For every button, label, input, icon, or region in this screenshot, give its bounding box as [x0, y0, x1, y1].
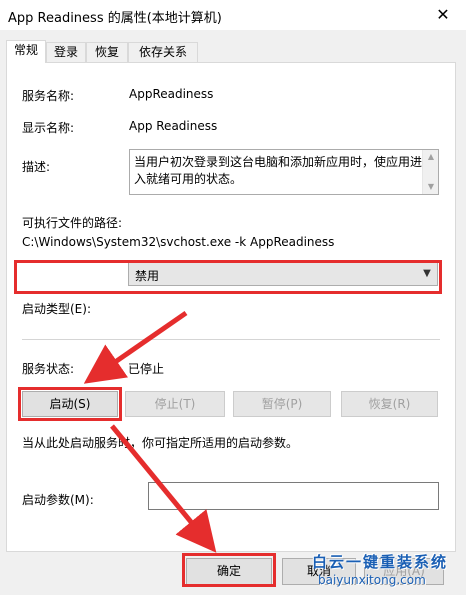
service-status-value: 已停止 [128, 362, 165, 376]
service-name-value: AppReadiness [129, 87, 214, 101]
description-label: 描述: [22, 160, 51, 174]
service-name-label: 服务名称: [22, 89, 75, 103]
title-bar: App Readiness 的属性(本地计算机) ✕ [0, 0, 466, 30]
start-params-input[interactable] [148, 482, 439, 510]
watermark-logo: 白云一键重装系统 baiyunxitong.com [312, 549, 462, 593]
description-scrollbar[interactable]: ▲ ▼ [422, 150, 438, 194]
display-name-label: 显示名称: [22, 121, 75, 135]
start-button[interactable]: 启动(S) [22, 391, 118, 417]
resume-button[interactable]: 恢复(R) [341, 391, 438, 417]
general-panel: 服务名称: AppReadiness 显示名称: App Readiness 描… [6, 62, 456, 552]
exe-path-value: C:\Windows\System32\svchost.exe -k AppRe… [22, 235, 335, 249]
exe-path-label: 可执行文件的路径: [22, 216, 123, 230]
service-status-label: 服务状态: [22, 362, 75, 376]
tab-dependencies[interactable]: 依存关系 [128, 42, 198, 62]
startup-type-value: 禁用 [135, 269, 160, 283]
start-params-label: 启动参数(M): [22, 493, 94, 507]
startup-type-select[interactable]: 禁用 ▼ [128, 262, 438, 286]
watermark-url: baiyunxitong.com [318, 573, 426, 587]
close-icon[interactable]: ✕ [420, 0, 466, 30]
window-title: App Readiness 的属性(本地计算机) [8, 11, 222, 26]
scroll-down-icon[interactable]: ▼ [423, 180, 439, 194]
description-box[interactable]: 当用户初次登录到这台电脑和添加新应用时，使应用进入就绪可用的状态。 ▲ ▼ [129, 149, 439, 195]
dialog-body: 常规 登录 恢复 依存关系 服务名称: AppReadiness 显示名称: A… [0, 30, 466, 595]
startup-type-label: 启动类型(E): [22, 302, 91, 316]
section-divider [22, 339, 440, 340]
display-name-value: App Readiness [129, 119, 218, 133]
tab-general[interactable]: 常规 [6, 40, 46, 63]
ok-button[interactable]: 确定 [186, 558, 272, 585]
description-text: 当用户初次登录到这台电脑和添加新应用时，使应用进入就绪可用的状态。 [134, 155, 423, 186]
tab-recovery[interactable]: 恢复 [86, 42, 128, 62]
watermark-title: 白云一键重装系统 [312, 553, 449, 571]
stop-button[interactable]: 停止(T) [125, 391, 225, 417]
chevron-down-icon[interactable]: ▼ [419, 266, 435, 282]
tab-logon[interactable]: 登录 [46, 42, 86, 62]
pause-button[interactable]: 暂停(P) [233, 391, 331, 417]
scroll-up-icon[interactable]: ▲ [423, 150, 439, 164]
start-hint-text: 当从此处启动服务时，你可指定所适用的启动参数。 [22, 436, 299, 450]
